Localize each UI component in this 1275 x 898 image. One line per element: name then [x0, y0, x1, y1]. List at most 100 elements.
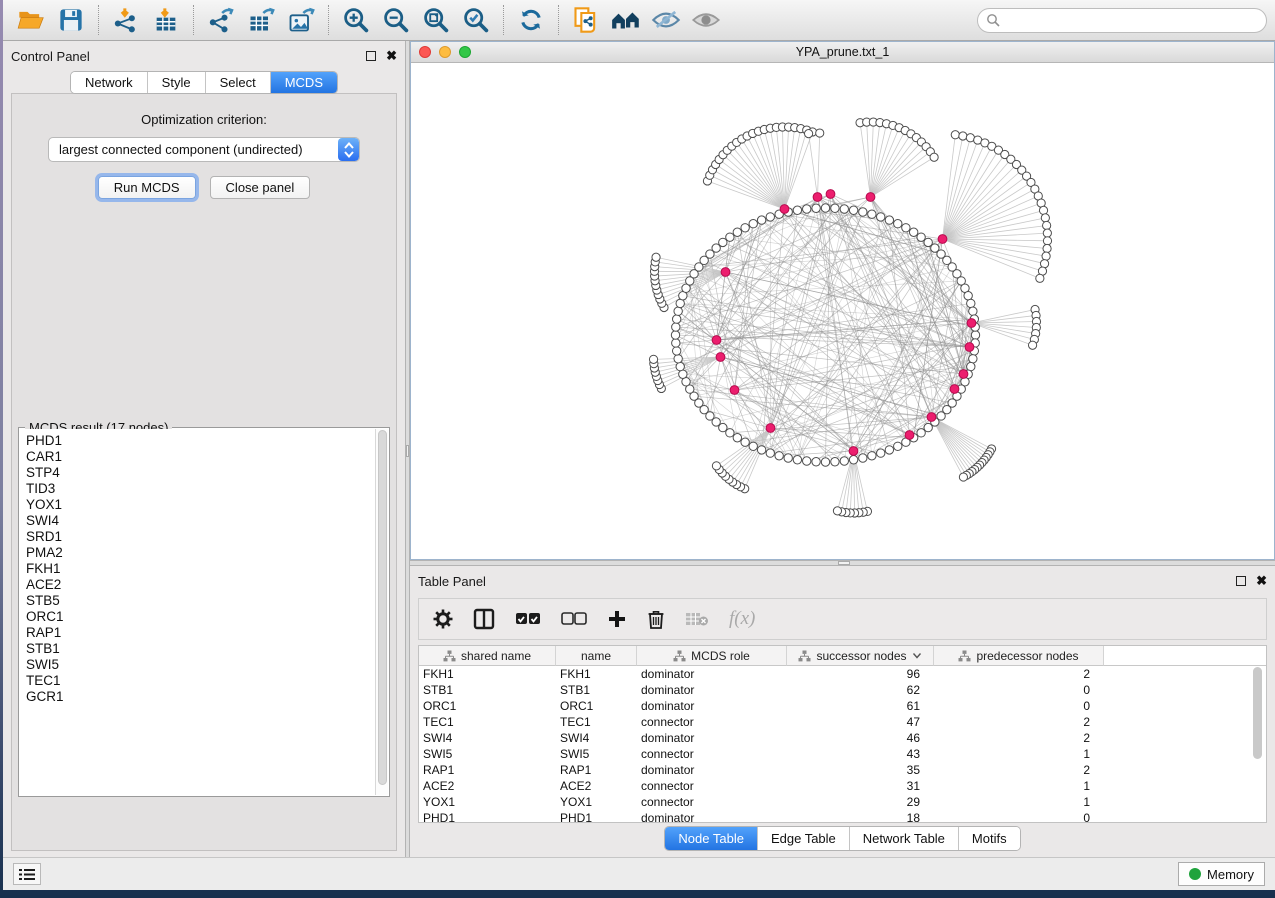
table-row[interactable]: SWI5SWI5connector431 — [419, 746, 1266, 762]
table-row[interactable]: PHD1PHD1dominator180 — [419, 810, 1266, 823]
duplicate-network-icon — [572, 6, 600, 34]
column-header-successor-nodes[interactable]: successor nodes — [787, 646, 934, 666]
table-cell: YOX1 — [556, 794, 637, 810]
show-all-button[interactable] — [686, 3, 726, 37]
table-settings-button[interactable] — [433, 609, 453, 629]
splitter-handle[interactable] — [406, 445, 409, 457]
list-item[interactable]: GCR1 — [26, 689, 388, 705]
zoom-in-icon — [341, 5, 371, 35]
horizontal-splitter[interactable] — [410, 560, 1275, 566]
tab-motifs[interactable]: Motifs — [959, 827, 1020, 850]
duplicate-network-button[interactable] — [566, 3, 606, 37]
list-item[interactable]: STB5 — [26, 593, 388, 609]
show-columns-button[interactable] — [473, 608, 495, 630]
save-session-button[interactable] — [51, 3, 91, 37]
tab-network-table[interactable]: Network Table — [850, 827, 959, 850]
table-row[interactable]: FKH1FKH1dominator962 — [419, 666, 1266, 682]
column-header-MCDS-role[interactable]: MCDS role — [637, 646, 787, 666]
run-mcds-button[interactable]: Run MCDS — [98, 176, 196, 199]
table-row[interactable]: ACE2ACE2connector311 — [419, 778, 1266, 794]
list-item[interactable]: SWI5 — [26, 657, 388, 673]
table-row[interactable]: TEC1TEC1connector472 — [419, 714, 1266, 730]
table-cell — [1104, 714, 1266, 730]
list-item[interactable]: CAR1 — [26, 449, 388, 465]
refresh-icon — [517, 6, 545, 34]
close-panel-button[interactable]: Close panel — [210, 176, 311, 199]
table-row[interactable]: SWI4SWI4dominator462 — [419, 730, 1266, 746]
main-toolbar — [3, 0, 1275, 41]
list-item[interactable]: ORC1 — [26, 609, 388, 625]
refresh-layout-button[interactable] — [511, 3, 551, 37]
splitter-handle[interactable] — [838, 561, 850, 565]
list-item[interactable]: PMA2 — [26, 545, 388, 561]
close-panel-icon[interactable]: ✖ — [1256, 576, 1267, 586]
tab-style[interactable]: Style — [148, 72, 206, 93]
column-header-predecessor-nodes[interactable]: predecessor nodes — [934, 646, 1104, 666]
list-item[interactable]: STP4 — [26, 465, 388, 481]
memory-button[interactable]: Memory — [1178, 862, 1265, 886]
list-item[interactable]: SWI4 — [26, 513, 388, 529]
tab-select[interactable]: Select — [206, 72, 271, 93]
column-header-shared-name[interactable]: shared name — [419, 646, 556, 666]
search-input[interactable] — [1005, 13, 1258, 27]
table-cell — [1104, 666, 1266, 682]
export-table-icon — [247, 6, 275, 34]
result-list-scrollbar[interactable] — [375, 429, 388, 795]
memory-label: Memory — [1207, 867, 1254, 882]
table-header-row: shared namenameMCDS rolesuccessor nodesp… — [419, 646, 1266, 666]
function-builder-button[interactable]: f(x) — [729, 608, 755, 630]
table-row[interactable]: YOX1YOX1connector291 — [419, 794, 1266, 810]
table-row[interactable]: ORC1ORC1dominator610 — [419, 698, 1266, 714]
float-panel-icon[interactable] — [1236, 576, 1246, 586]
list-item[interactable]: TEC1 — [26, 673, 388, 689]
first-neighbors-button[interactable] — [606, 3, 646, 37]
export-table-button[interactable] — [241, 3, 281, 37]
table-scrollbar[interactable] — [1253, 667, 1264, 759]
list-item[interactable]: YOX1 — [26, 497, 388, 513]
network-titlebar[interactable]: YPA_prune.txt_1 — [411, 42, 1274, 63]
criterion-select[interactable]: largest connected component (undirected) — [48, 137, 360, 162]
tab-node-table[interactable]: Node Table — [665, 827, 758, 850]
search-field[interactable] — [977, 8, 1267, 33]
list-item[interactable]: ACE2 — [26, 577, 388, 593]
list-item[interactable]: STB1 — [26, 641, 388, 657]
zoom-in-button[interactable] — [336, 3, 376, 37]
zoom-out-button[interactable] — [376, 3, 416, 37]
close-panel-icon[interactable]: ✖ — [386, 51, 397, 61]
node-table: shared namenameMCDS rolesuccessor nodesp… — [418, 645, 1267, 823]
mcds-result-list[interactable]: PHD1CAR1STP4TID3YOX1SWI4SRD1PMA2FKH1ACE2… — [20, 429, 388, 795]
table-row[interactable]: RAP1RAP1dominator352 — [419, 762, 1266, 778]
list-item[interactable]: FKH1 — [26, 561, 388, 577]
export-image-button[interactable] — [281, 3, 321, 37]
hide-selected-button[interactable] — [646, 3, 686, 37]
column-header-name[interactable]: name — [556, 646, 637, 666]
tab-network[interactable]: Network — [71, 72, 148, 93]
task-history-button[interactable] — [13, 863, 41, 885]
table-row[interactable]: STB1STB1dominator620 — [419, 682, 1266, 698]
deselect-all-button[interactable] — [561, 612, 587, 626]
table-cell — [1104, 746, 1266, 762]
list-item[interactable]: TID3 — [26, 481, 388, 497]
list-item[interactable]: RAP1 — [26, 625, 388, 641]
import-table-button[interactable] — [146, 3, 186, 37]
list-item[interactable]: SRD1 — [26, 529, 388, 545]
table-cell — [1104, 762, 1266, 778]
select-all-icon — [515, 612, 541, 626]
table-cell — [1104, 810, 1266, 823]
list-item[interactable]: PHD1 — [26, 433, 388, 449]
export-network-button[interactable] — [201, 3, 241, 37]
zoom-fit-button[interactable] — [416, 3, 456, 37]
tab-mcds[interactable]: MCDS — [271, 72, 337, 93]
vertical-splitter[interactable] — [405, 41, 410, 857]
delete-column-button[interactable] — [647, 609, 665, 630]
zoom-selected-button[interactable] — [456, 3, 496, 37]
add-column-button[interactable] — [607, 609, 627, 629]
network-canvas[interactable] — [411, 63, 1274, 559]
open-file-button[interactable] — [11, 3, 51, 37]
tab-edge-table[interactable]: Edge Table — [758, 827, 850, 850]
import-network-button[interactable] — [106, 3, 146, 37]
table-cell: 29 — [787, 794, 934, 810]
float-panel-icon[interactable] — [366, 51, 376, 61]
delete-table-button[interactable] — [685, 611, 709, 627]
select-all-button[interactable] — [515, 612, 541, 626]
